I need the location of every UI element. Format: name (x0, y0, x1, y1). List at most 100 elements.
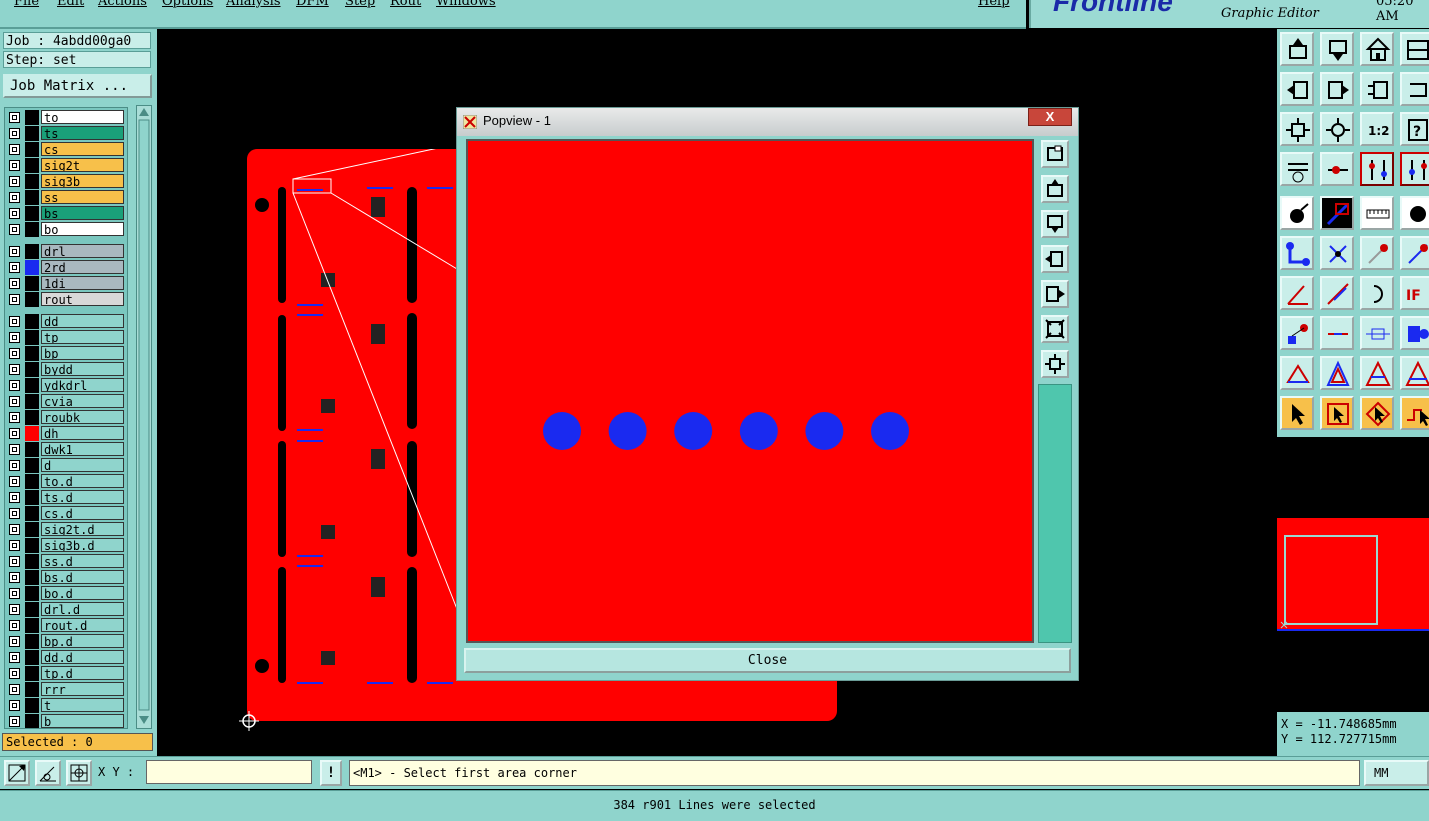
layer-name[interactable]: bo (41, 222, 124, 236)
layer-color-swatch[interactable] (25, 490, 39, 505)
layer-checkbox[interactable] (9, 556, 20, 567)
menu-file[interactable]: File (14, 0, 39, 9)
layer-color-swatch[interactable] (25, 714, 39, 728)
popview-titlebar[interactable]: Popview - 1 X (457, 108, 1078, 136)
layer-color-swatch[interactable] (25, 362, 39, 377)
layer-color-swatch[interactable] (25, 538, 39, 553)
layer-row[interactable]: bs (5, 206, 127, 221)
layer-checkbox[interactable] (9, 144, 20, 155)
layer-name[interactable]: sig3b.d (41, 538, 124, 552)
layer-row[interactable]: bp (5, 346, 127, 361)
layer-row[interactable]: bp.d (5, 634, 127, 649)
layer-checkbox[interactable] (9, 128, 20, 139)
layer-name[interactable]: bo.d (41, 586, 124, 600)
layer-checkbox[interactable] (9, 508, 20, 519)
layer-name[interactable]: bp (41, 346, 124, 360)
layer-color-swatch[interactable] (25, 276, 39, 291)
layer-checkbox[interactable] (9, 246, 20, 257)
zoom-home-top-button[interactable] (1280, 32, 1314, 66)
layer-name[interactable]: dd (41, 314, 124, 328)
layer-checkbox[interactable] (9, 524, 20, 535)
layer-color-swatch[interactable] (25, 618, 39, 633)
select-net-icon[interactable] (1400, 396, 1429, 430)
layer-row[interactable]: bs.d (5, 570, 127, 585)
layer-row[interactable]: t (5, 698, 127, 713)
horizontal-line-icon[interactable] (1320, 316, 1354, 350)
line-to-point-icon[interactable] (1400, 236, 1429, 270)
popview-pan-right-button[interactable] (1041, 280, 1069, 308)
layer-checkbox[interactable] (9, 716, 20, 727)
layer-name[interactable]: ydkdrl (41, 378, 124, 392)
layer-color-swatch[interactable] (25, 602, 39, 617)
zoom-1-to-2-button[interactable]: 1:2 (1360, 112, 1394, 146)
layer-name[interactable]: 2rd (41, 260, 124, 274)
layer-row[interactable]: ss.d (5, 554, 127, 569)
layer-checkbox[interactable] (9, 316, 20, 327)
layer-checkbox[interactable] (9, 262, 20, 273)
zoom-previous-button[interactable] (1360, 72, 1394, 106)
layer-checkbox[interactable] (9, 396, 20, 407)
menu-step[interactable]: Step (345, 0, 375, 9)
layer-row[interactable]: dd (5, 314, 127, 329)
net-select-2-icon[interactable] (1400, 152, 1429, 186)
layer-row[interactable]: ss (5, 190, 127, 205)
split-view-button[interactable] (1400, 32, 1429, 66)
layer-name[interactable]: to (41, 110, 124, 124)
arc-rotate-icon[interactable] (1360, 276, 1394, 310)
units-selector[interactable]: MM (1364, 760, 1429, 786)
layer-color-swatch[interactable] (25, 586, 39, 601)
layer-checkbox[interactable] (9, 176, 20, 187)
zoom-next-button[interactable] (1400, 72, 1429, 106)
layer-checkbox[interactable] (9, 476, 20, 487)
layer-checkbox[interactable] (9, 668, 20, 679)
triangle-icon[interactable] (1280, 356, 1314, 390)
layer-row[interactable]: sig3b.d (5, 538, 127, 553)
layer-checkbox[interactable] (9, 348, 20, 359)
layer-color-swatch[interactable] (25, 666, 39, 681)
layer-color-swatch[interactable] (25, 142, 39, 157)
text-label-icon[interactable]: IF (1400, 276, 1429, 310)
layer-name[interactable]: to.d (41, 474, 124, 488)
layer-color-swatch[interactable] (25, 698, 39, 713)
popview-pan-up-button[interactable] (1041, 175, 1069, 203)
layer-row[interactable]: sig2t.d (5, 522, 127, 537)
layer-color-swatch[interactable] (25, 474, 39, 489)
popview-pan-down-button[interactable] (1041, 210, 1069, 238)
net-select-icon[interactable] (1360, 152, 1394, 186)
layer-row[interactable]: 2rd (5, 260, 127, 275)
layer-name[interactable]: ss.d (41, 554, 124, 568)
layer-checkbox[interactable] (9, 700, 20, 711)
layer-color-swatch[interactable] (25, 244, 39, 259)
layer-color-swatch[interactable] (25, 158, 39, 173)
select-box-icon[interactable] (1320, 396, 1354, 430)
layer-row[interactable]: dwk1 (5, 442, 127, 457)
layer-name[interactable]: drl.d (41, 602, 124, 616)
layer-row[interactable]: rout.d (5, 618, 127, 633)
snap-diagonal-icon[interactable] (4, 760, 30, 786)
popview-pan-left-button[interactable] (1041, 245, 1069, 273)
intersect-icon[interactable] (1320, 236, 1354, 270)
layer-color-swatch[interactable] (25, 190, 39, 205)
pad-shape-icon[interactable] (1400, 196, 1429, 230)
layer-name[interactable]: rrr (41, 682, 124, 696)
layer-row[interactable]: ts.d (5, 490, 127, 505)
layer-color-swatch[interactable] (25, 110, 39, 125)
layer-checkbox[interactable] (9, 636, 20, 647)
layer-row[interactable]: bo.d (5, 586, 127, 601)
layer-color-swatch[interactable] (25, 506, 39, 521)
layer-checkbox[interactable] (9, 492, 20, 503)
connect-nodes-icon[interactable] (1280, 236, 1314, 270)
select-polygon-icon[interactable] (1360, 396, 1394, 430)
layer-name[interactable]: tp (41, 330, 124, 344)
layer-checkbox[interactable] (9, 278, 20, 289)
layer-checkbox[interactable] (9, 112, 20, 123)
layer-name[interactable]: cvia (41, 394, 124, 408)
layer-row[interactable]: cvia (5, 394, 127, 409)
layer-color-swatch[interactable] (25, 682, 39, 697)
grid-icon[interactable] (66, 760, 92, 786)
layer-row[interactable]: d (5, 458, 127, 473)
pad[interactable] (739, 412, 778, 450)
layer-checkbox[interactable] (9, 428, 20, 439)
snap-pad-icon[interactable] (1320, 152, 1354, 186)
popview-zoom-out-button[interactable] (1041, 350, 1069, 378)
